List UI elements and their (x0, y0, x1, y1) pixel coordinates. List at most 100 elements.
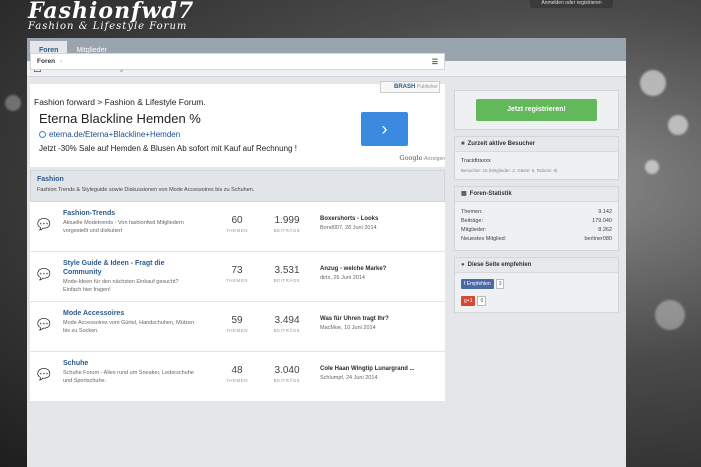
last-post: Anzug - welche Marke? dirtx, 26 Juni 201… (320, 266, 440, 281)
last-post-title[interactable]: Boxershorts - Looks (320, 216, 440, 222)
stat-row: Themen: 9.142 (461, 208, 612, 217)
chat-bubble-icon: 💬 (37, 319, 51, 331)
register-button[interactable]: Jetzt registrieren! (476, 99, 597, 121)
threads-label: THEMEN (226, 278, 248, 283)
publisher-name: BRASH (394, 84, 416, 90)
ad-context: Fashion forward > Fashion & Lifestyle Fo… (34, 97, 206, 107)
threads-label: THEMEN (226, 378, 248, 383)
threads-stat: 73 THEMEN (217, 265, 257, 283)
facebook-like-count: 3 (495, 279, 505, 289)
breadcrumb: Foren › ☰ (30, 53, 445, 70)
globe-icon (39, 131, 46, 138)
threads-stat: 60 THEMEN (217, 215, 257, 233)
threads-label: THEMEN (226, 328, 248, 333)
chat-bubble-icon: 💬 (37, 369, 51, 381)
ad-publisher-badge[interactable]: BRASH Publisher (380, 81, 440, 93)
list-menu-icon[interactable]: ☰ (432, 58, 438, 66)
google-plus-count: 0 (477, 296, 487, 306)
advertisement[interactable]: BRASH Publisher Fashion forward > Fashio… (30, 81, 445, 167)
stat-label: Beiträge: (461, 218, 484, 224)
chart-icon: ▦ (461, 191, 467, 197)
posts-count: 3.040 (274, 365, 300, 376)
posts-label: BEITRÄGE (273, 378, 301, 383)
facebook-like-label: Empfehlen (466, 281, 491, 287)
threads-count: 59 (231, 315, 243, 326)
register-box: Jetzt registrieren! (454, 90, 619, 130)
posts-label: BEITRÄGE (273, 328, 301, 333)
google-word: Google (399, 154, 423, 162)
last-post-title[interactable]: Cole Haan Wingtip Lunargrand ... (320, 366, 440, 372)
forum-title[interactable]: Schuhe (63, 359, 198, 368)
stat-row: Mitglieder: 8.262 (461, 226, 612, 235)
threads-stat: 48 THEMEN (217, 365, 257, 383)
active-visitors-box: ■ Zurzeit aktive Besucher Tracidtraxxx Be… (454, 136, 619, 180)
forum-row: 💬 Style Guide & Ideen - Fragt die Commun… (30, 252, 445, 302)
forum-row: 💬 Schuhe Schuhe Forum - Alles rund um Sn… (30, 352, 445, 402)
forum-row: 💬 Mode Accessoires Mode Accessoires vom … (30, 302, 445, 352)
active-visitors-header: ■ Zurzeit aktive Besucher (455, 137, 618, 152)
facebook-like-button[interactable]: f Empfehlen (461, 279, 494, 289)
threads-label: THEMEN (226, 228, 248, 233)
posts-stat: 1.999 BEITRÄGE (267, 215, 307, 233)
ad-url[interactable]: eterna.de/Eterna+Blackline+Hemden (39, 130, 180, 139)
google-plus-button[interactable]: g+1 (461, 296, 476, 306)
users-icon: ■ (461, 141, 465, 147)
ad-url-text: eterna.de/Eterna+Blackline+Hemden (49, 130, 181, 139)
category-title[interactable]: Fashion (37, 176, 438, 183)
last-post-meta[interactable]: Bond007, 28 Juni 2014 (320, 225, 440, 231)
forum-title[interactable]: Mode Accessoires (63, 309, 198, 318)
forum-row: 💬 Fashion-Trends Aktuelle Modetrends - V… (30, 202, 445, 252)
last-post-title[interactable]: Anzug - welche Marke? (320, 266, 440, 272)
forum-stats-title: Foren-Statistik (469, 191, 512, 197)
last-post: Boxershorts - Looks Bond007, 28 Juni 201… (320, 216, 440, 231)
breadcrumb-item-foren[interactable]: Foren (37, 58, 55, 65)
posts-label: BEITRÄGE (273, 278, 301, 283)
main-content: Foren › ☰ BRASH Publisher Fashion forwar… (30, 53, 445, 402)
forum-title[interactable]: Style Guide & Ideen - Fragt die Communit… (63, 259, 198, 277)
ad-text: Jetzt -30% Sale auf Hemden & Blusen Ab s… (39, 144, 297, 153)
forum-title[interactable]: Fashion-Trends (63, 209, 198, 218)
visitor-name[interactable]: Tracidtraxxx (461, 158, 612, 164)
share-box: ● Diese Seite empfehlen f Empfehlen 3 g+1 0 (454, 257, 619, 313)
active-visitors-title: Zurzeit aktive Besucher (467, 141, 535, 147)
threads-stat: 59 THEMEN (217, 315, 257, 333)
share-header: ● Diese Seite empfehlen (455, 258, 618, 273)
thumbs-up-icon: ● (461, 262, 465, 268)
newest-member-link[interactable]: berliner080 (584, 235, 612, 244)
posts-stat: 3.040 BEITRÄGE (267, 365, 307, 383)
posts-count: 1.999 (274, 215, 300, 226)
stat-label: Themen: (461, 209, 483, 215)
google-suffix: -Anzeigen (422, 156, 445, 162)
posts-stat: 3.531 BEITRÄGE (267, 265, 307, 283)
last-post-meta[interactable]: dirtx, 26 Juni 2014 (320, 275, 440, 281)
threads-count: 48 (231, 365, 243, 376)
last-post: Cole Haan Wingtip Lunargrand ... Schlump… (320, 366, 440, 381)
last-post-meta[interactable]: Schlumpf, 24 Juni 2014 (320, 375, 440, 381)
site-brand[interactable]: Fashionfwd7 Fashion & Lifestyle Forum (28, 0, 194, 32)
posts-count: 3.531 (274, 265, 300, 276)
last-post-title[interactable]: Was für Uhren tragt Ihr? (320, 316, 440, 322)
posts-count: 3.494 (274, 315, 300, 326)
stat-label: Mitglieder: (461, 227, 487, 233)
visitor-summary: Besucher: 16 (Mitglieder: 2, Gäste: 6, R… (461, 168, 558, 173)
stat-row: Neuestes Mitglied: berliner080 (461, 235, 612, 244)
forum-description: Mode Accessoires vom Gürtel, Handschuhen… (63, 320, 195, 334)
google-ads-label[interactable]: Google-Anzeigen (399, 154, 445, 162)
posts-label: BEITRÄGE (273, 228, 301, 233)
forum-description: Schuhe Forum - Alles rund um Sneaker, Le… (63, 370, 194, 384)
forum-stats-box: ▦ Foren-Statistik Themen: 9.142 Beiträge: 1… (454, 186, 619, 251)
login-register-button[interactable]: Anmelden oder registrieren (530, 0, 613, 8)
last-post-meta[interactable]: MacMoe, 10 Juni 2014 (320, 325, 440, 331)
last-post: Was für Uhren tragt Ihr? MacMoe, 10 Juni… (320, 316, 440, 331)
threads-count: 73 (231, 265, 243, 276)
ad-headline[interactable]: Eterna Blackline Hemden % (39, 111, 201, 126)
forum-stats-header: ▦ Foren-Statistik (455, 187, 618, 202)
chat-bubble-icon: 💬 (37, 269, 51, 281)
ad-arrow-button[interactable]: › (361, 112, 408, 146)
site-logo[interactable]: Fashionfwd7 (28, 0, 194, 22)
stat-value: 8.262 (598, 227, 612, 233)
sidebar: Jetzt registrieren! ■ Zurzeit aktive Besu… (454, 90, 619, 319)
forum-description: Aktuelle Modetrends - Von fashionfwd Mit… (63, 220, 184, 234)
forum-description: Mode-Ideen für den nächsten Einkauf gesu… (63, 279, 179, 293)
publisher-suffix: Publisher (417, 84, 438, 90)
